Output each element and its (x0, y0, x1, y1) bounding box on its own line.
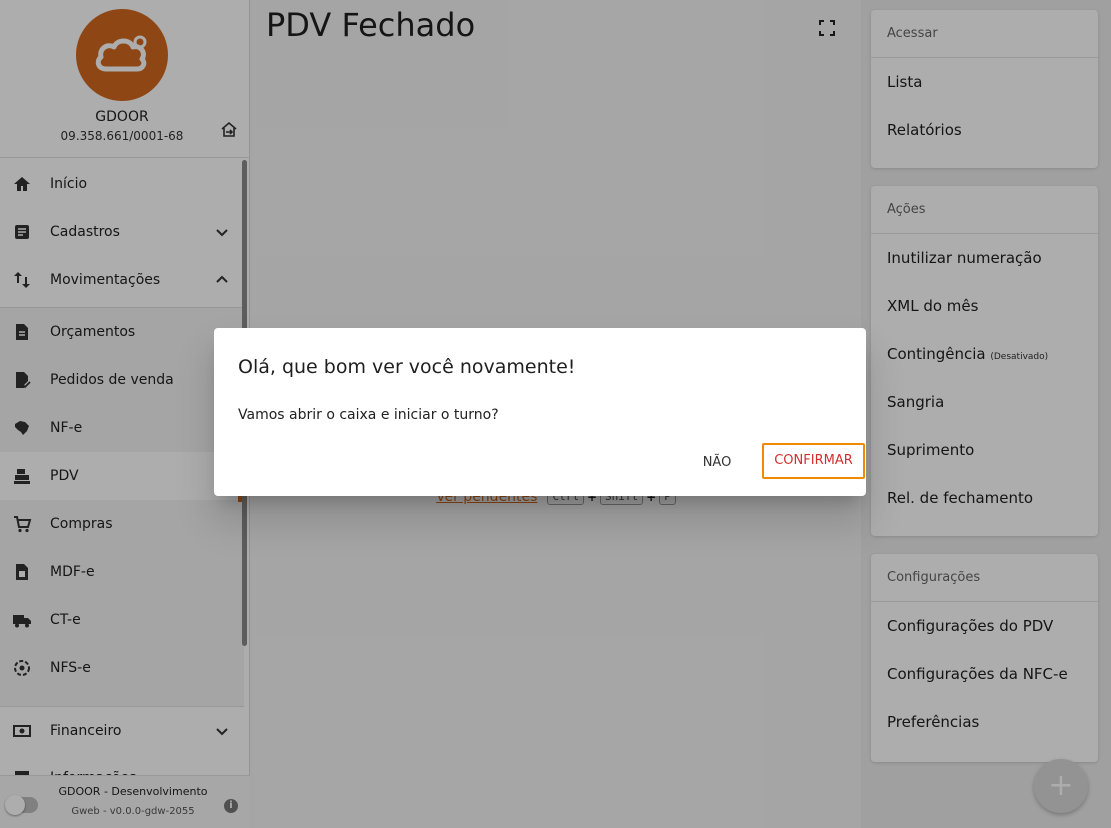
open-cashier-dialog: Olá, que bom ver você novamente! Vamos a… (214, 328, 866, 496)
dialog-message: Vamos abrir o caixa e iniciar o turno? (238, 407, 499, 423)
confirm-button[interactable]: CONFIRMAR (762, 443, 865, 479)
no-button[interactable]: NÃO (692, 445, 742, 481)
dialog-title: Olá, que bom ver você novamente! (238, 356, 576, 378)
